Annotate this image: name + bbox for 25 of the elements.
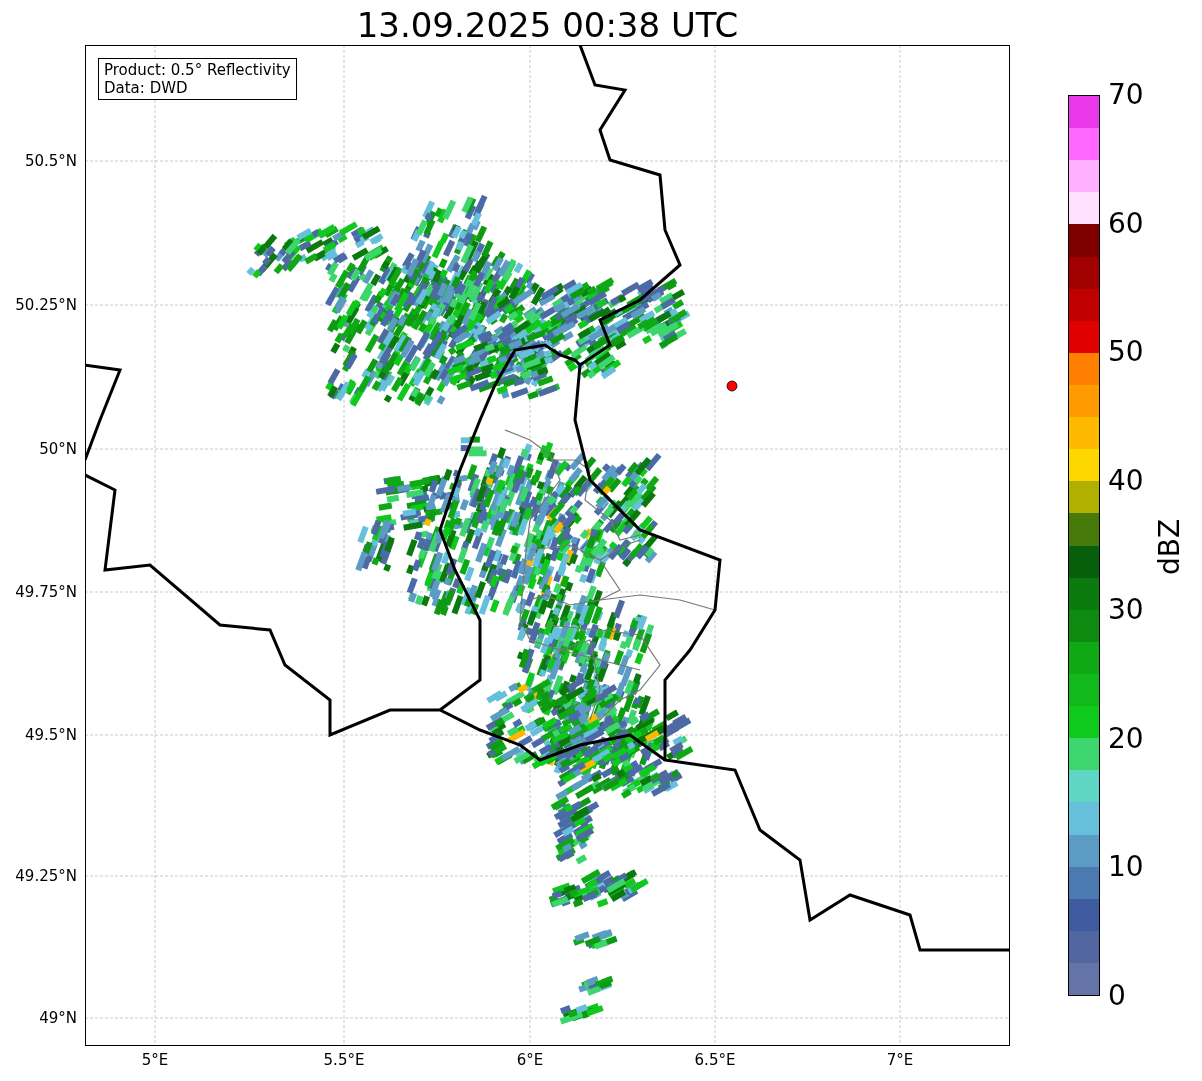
chart-title: 13.09.2025 00:38 UTC: [356, 5, 739, 45]
longitude-label: 5°E: [141, 1051, 169, 1069]
colorbar-tick-label: 20: [1107, 723, 1144, 754]
location-marker: [726, 380, 738, 392]
colorbar-tick-label: 30: [1107, 594, 1144, 625]
colorbar-tick-label: 70: [1107, 80, 1144, 110]
colorbar-tick-label: 50: [1107, 337, 1144, 368]
colorbar-tick-label: 0: [1107, 981, 1126, 1011]
longitude-label: 6°E: [516, 1051, 544, 1069]
latitude-label: 49.25°N: [15, 867, 77, 885]
latitude-label: 49.5°N: [24, 726, 77, 744]
latitude-label: 49°N: [39, 1009, 77, 1027]
longitude-label: 5.5°E: [323, 1051, 365, 1069]
colorbar-tick-label: 40: [1107, 466, 1144, 497]
colorbar-tick-label: 60: [1107, 208, 1144, 239]
latitude-label: 50.5°N: [24, 152, 77, 170]
colorbar-tick-label: 10: [1107, 852, 1144, 883]
colorbar-label: dBZ: [1155, 518, 1185, 575]
longitude-label: 6.5°E: [694, 1051, 736, 1069]
longitude-label: 7°E: [886, 1051, 914, 1069]
info-text: Product: 0.5° Reflectivity: [104, 61, 291, 79]
info-text: Data: DWD: [104, 79, 189, 97]
latitude-label: 50.25°N: [15, 296, 77, 314]
latitude-label: 49.75°N: [15, 583, 77, 601]
latitude-label: 50°N: [39, 440, 77, 458]
